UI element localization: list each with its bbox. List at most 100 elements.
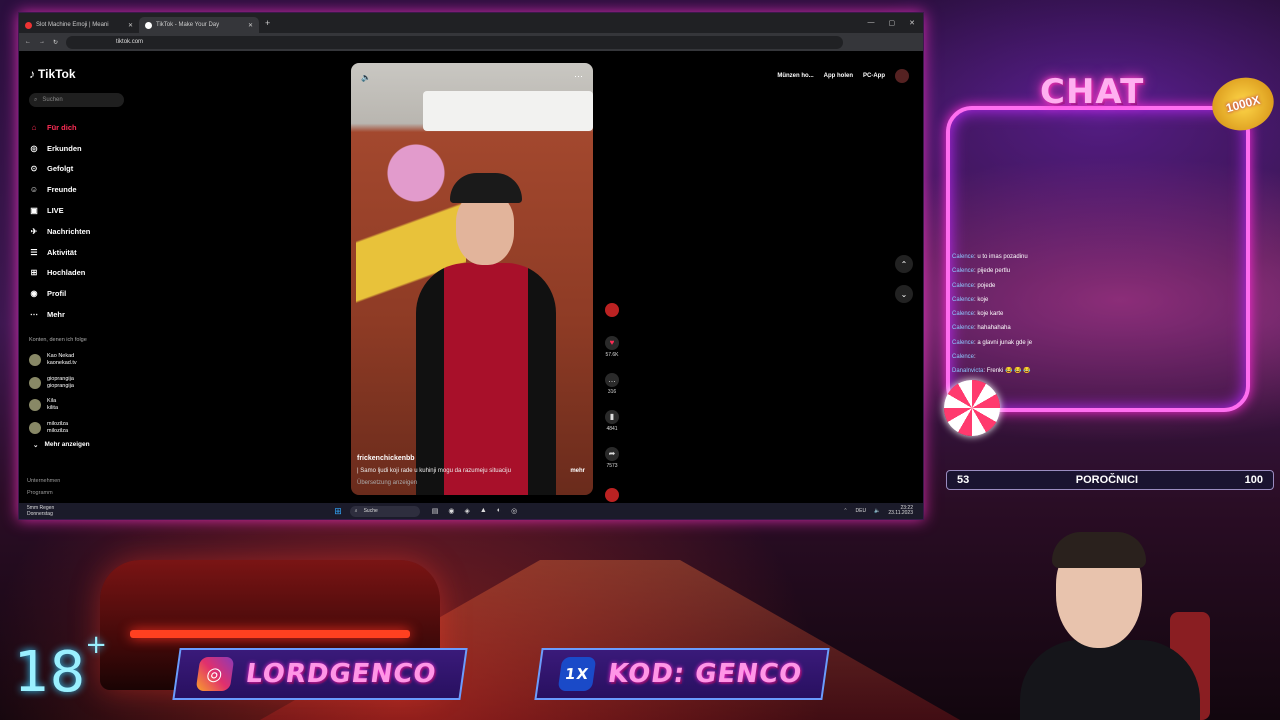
show-more-label: Mehr anzeigen (44, 441, 90, 448)
windows-start-icon[interactable]: ⊞ (334, 506, 342, 517)
discord-icon[interactable]: ◈ (465, 507, 470, 515)
chat-username: Calence (952, 254, 975, 260)
taskbar-search[interactable]: ⌕ Suche (349, 505, 420, 517)
taskbar-search-label: Suche (363, 508, 378, 514)
chat-text: : koje karte (974, 311, 1004, 318)
close-window-icon[interactable]: ✕ (909, 19, 915, 27)
search-input[interactable]: ⌕ Suchen (29, 93, 124, 107)
pc-app-button[interactable]: PC-App (863, 73, 885, 79)
previous-video-button[interactable]: ⌃ (895, 255, 913, 273)
status-right-value: 100 (1244, 474, 1263, 486)
nav-explore[interactable]: ◎ Erkunden (29, 138, 149, 159)
translate-link[interactable]: Übersetzung anzeigen (357, 477, 587, 489)
obs-icon[interactable]: ◎ (511, 507, 517, 515)
nav-label: Freunde (47, 185, 77, 195)
chat-message: Calence: pijede pertlu (952, 264, 1242, 278)
bookmark-button[interactable]: ▮ 4841 (602, 402, 622, 439)
show-more-button[interactable]: ⌄ Mehr anzeigen (33, 441, 90, 449)
following-item[interactable]: Kila kilita (29, 394, 77, 417)
weather-widget[interactable]: 5mm Regen Donnerstag (19, 505, 54, 517)
chat-username: Calence (952, 282, 975, 289)
footer-link[interactable]: Programm (27, 487, 60, 499)
language-indicator[interactable]: DEU (856, 508, 867, 514)
tiktok-logo[interactable]: ♪ TikTok (29, 67, 76, 81)
chat-text: : u to imas pozadinu (974, 254, 1028, 260)
following-icon: ⊙ (30, 164, 38, 174)
music-disc-icon (605, 487, 619, 502)
top-right-actions: Münzen ho... App holen PC-App (777, 69, 909, 83)
share-icon: ➦ (605, 446, 619, 461)
close-icon[interactable]: ✕ (248, 22, 253, 29)
windows-taskbar: 5mm Regen Donnerstag ⊞ ⌕ Suche ▤ ◉ ◈ ▲ ◐ ◎ ⌃ DEU… (19, 503, 923, 519)
maximize-icon[interactable]: ▢ (889, 19, 896, 27)
new-tab-icon[interactable]: + (265, 18, 270, 28)
following-name: gioprangija (47, 375, 74, 382)
chevron-down-icon: ⌄ (33, 442, 39, 449)
following-handle: gioprangija (47, 382, 74, 389)
weather-day: Donnerstag (27, 511, 53, 517)
search-placeholder: Suchen (42, 97, 63, 103)
chat-username: Danalnvicta (952, 368, 984, 375)
age-plus: + (85, 630, 108, 661)
instagram-banner: ◎ LORDGENCO (172, 648, 468, 700)
nav-upload[interactable]: ⊞ Hochladen (29, 263, 149, 284)
nav-for-you[interactable]: ⌂ Für dich (29, 117, 149, 138)
coins-button[interactable]: Münzen ho... (777, 73, 813, 79)
comment-button[interactable]: … 316 (602, 365, 622, 402)
video-player[interactable]: 🔈 ⋯ frickenchickenbb | Samo ljudi koji r… (351, 63, 593, 495)
following-item[interactable]: milozilza milozilza (29, 417, 77, 440)
volume-icon[interactable]: 🔈 (361, 73, 371, 82)
following-item[interactable]: Kao Nekad kaonekad.tv (29, 349, 77, 372)
following-list: Kao Nekad kaonekad.tv gioprangija gioprang… (29, 349, 77, 439)
nav-following[interactable]: ⊙ Gefolgt (29, 159, 149, 180)
volume-icon[interactable]: 🔈 (874, 508, 880, 514)
tab-title: Slot Machine Emoji | Meani (36, 22, 109, 28)
close-icon[interactable]: ✕ (128, 22, 133, 29)
video-username[interactable]: frickenchickenbb (357, 453, 587, 465)
forward-icon[interactable]: → (39, 39, 45, 45)
instagram-icon: ◎ (195, 657, 235, 691)
nav-activity[interactable]: ☰ Aktivität (29, 242, 149, 263)
nav-live[interactable]: ▣ LIVE (29, 200, 149, 221)
chat-username: Calence (952, 354, 975, 361)
following-item[interactable]: gioprangija gioprangija (29, 372, 77, 395)
edge-icon[interactable]: ◐ (497, 507, 501, 515)
browser-window: Slot Machine Emoji | Meani ✕ TikTok - Mak… (18, 12, 924, 520)
reload-icon[interactable]: ↻ (53, 39, 58, 46)
tab-slot-machine[interactable]: Slot Machine Emoji | Meani ✕ (19, 17, 139, 33)
chrome-icon[interactable]: ◉ (448, 507, 454, 515)
caption-more-link[interactable]: mehr (570, 465, 585, 477)
age-number: 18 (14, 640, 86, 705)
avatar (605, 302, 619, 317)
following-handle: milozilza (47, 427, 69, 434)
nav-profile[interactable]: ◉ Profil (29, 283, 149, 304)
like-button[interactable]: ♥ 57.6K (602, 328, 622, 365)
nav-friends[interactable]: ☺ Freunde (29, 179, 149, 200)
search-icon: ⌕ (354, 508, 358, 514)
app-icon[interactable]: ▲ (480, 507, 487, 515)
avatar[interactable] (895, 69, 909, 83)
tab-tiktok[interactable]: TikTok - Make Your Day ✕ (139, 17, 259, 33)
creator-avatar-button[interactable] (602, 291, 622, 328)
nav-label: LIVE (47, 206, 64, 216)
share-button[interactable]: ➦ 7573 (602, 439, 622, 476)
nav-messages[interactable]: ✈ Nachrichten (29, 221, 149, 242)
nav-more[interactable]: ⋯ Mehr (29, 304, 149, 325)
bookmark-count: 4841 (606, 425, 618, 432)
chat-text: : hahahahaha (974, 325, 1011, 332)
nav-label: Erkunden (47, 143, 82, 153)
get-app-button[interactable]: App holen (824, 73, 853, 79)
minimize-icon[interactable]: — (868, 19, 875, 27)
1xbet-logo-icon: 1X (557, 657, 597, 691)
next-video-button[interactable]: ⌄ (895, 285, 913, 303)
file-explorer-icon[interactable]: ▤ (432, 507, 439, 515)
avatar (29, 354, 41, 367)
clock[interactable]: 23:22 23.11.2023 (888, 506, 913, 516)
back-icon[interactable]: ← (25, 39, 31, 45)
more-options-icon[interactable]: ⋯ (574, 71, 583, 82)
chat-message: Calence: pojede (952, 279, 1242, 293)
wifi-icon[interactable]: ⌃ (843, 508, 847, 514)
nav-label: Hochladen (47, 268, 86, 278)
url-field[interactable]: tiktok.com (66, 35, 843, 49)
footer-link[interactable]: Unternehmen (27, 475, 60, 487)
